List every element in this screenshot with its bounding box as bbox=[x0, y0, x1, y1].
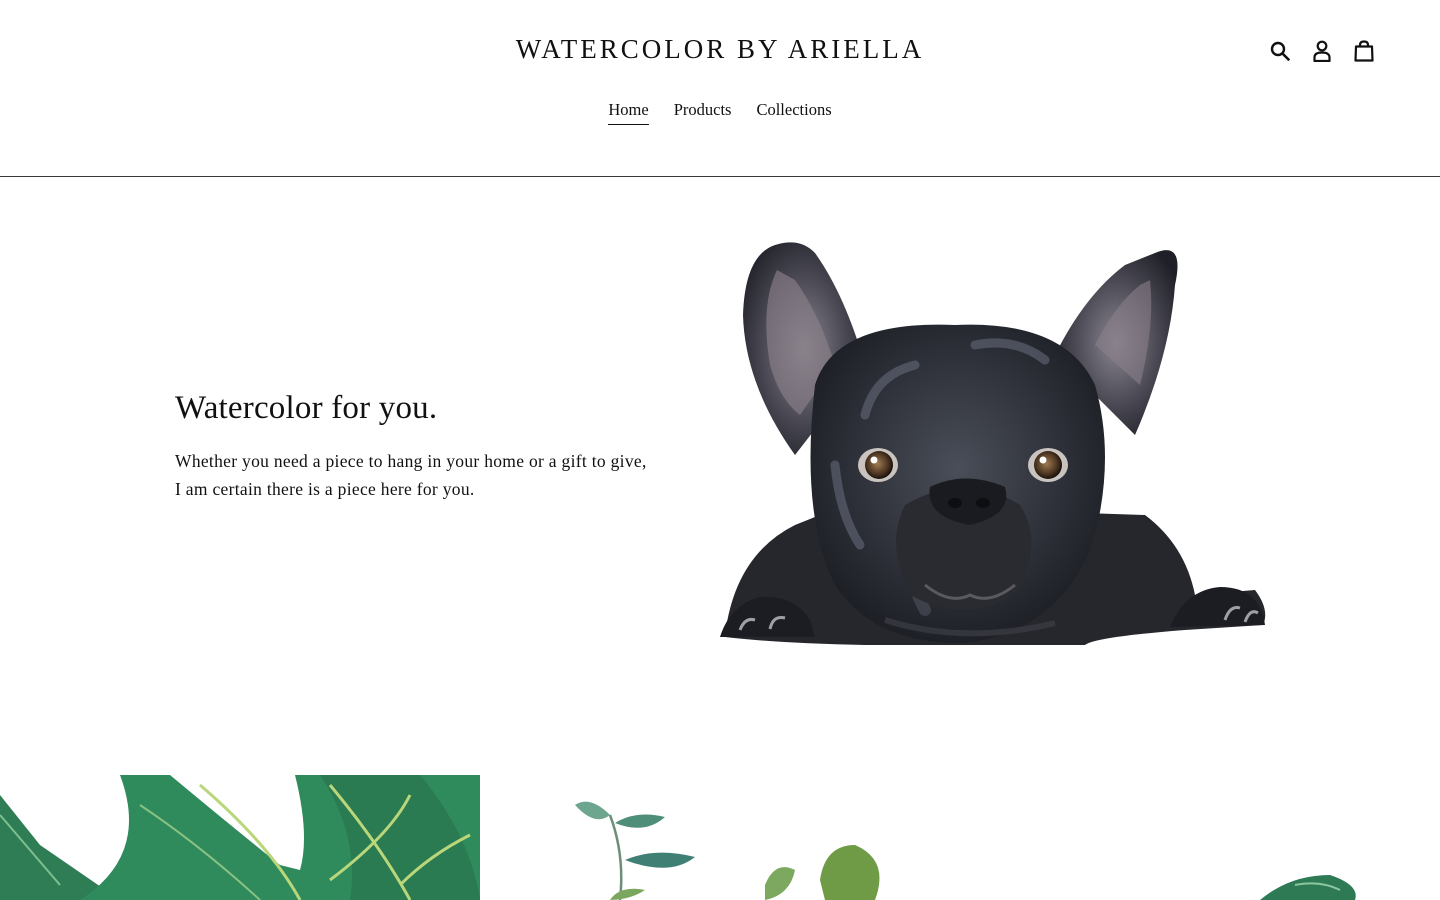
collection-tile-leaves[interactable] bbox=[0, 775, 480, 900]
collection-tile-plant[interactable] bbox=[960, 775, 1440, 900]
french-bulldog-watercolor-image bbox=[715, 225, 1275, 655]
nav-item-home[interactable]: Home bbox=[608, 100, 649, 125]
nav-item-products[interactable]: Products bbox=[674, 100, 732, 125]
hero-description-line-1: Whether you need a piece to hang in your… bbox=[175, 451, 647, 471]
hero-text: Watercolor for you. Whether you need a p… bbox=[175, 390, 695, 503]
collection-tile-eucalyptus[interactable] bbox=[480, 775, 960, 900]
account-icon[interactable] bbox=[1309, 38, 1334, 64]
header-icons bbox=[1267, 38, 1376, 64]
main-nav: Home Products Collections bbox=[0, 100, 1440, 125]
hero-description-line-2: I am certain there is a piece here for y… bbox=[175, 479, 475, 499]
nav-item-collections[interactable]: Collections bbox=[756, 100, 831, 125]
search-icon[interactable] bbox=[1267, 38, 1292, 64]
cart-icon[interactable] bbox=[1351, 38, 1376, 64]
site-header: WATERCOLOR BY ARIELLA Home Products Coll… bbox=[0, 0, 1440, 177]
hero-title: Watercolor for you. bbox=[175, 390, 438, 426]
site-logo[interactable]: WATERCOLOR BY ARIELLA bbox=[0, 34, 1440, 65]
hero-description: Whether you need a piece to hang in your… bbox=[175, 447, 695, 503]
